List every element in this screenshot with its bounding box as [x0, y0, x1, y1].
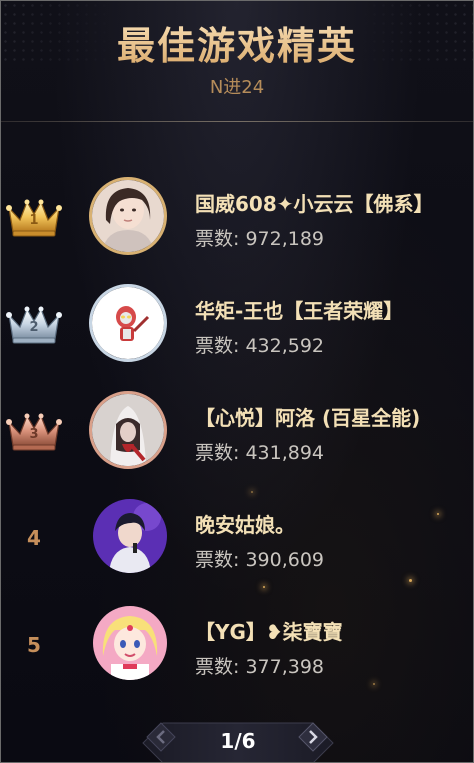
gold-crown-icon: 1: [6, 199, 62, 237]
leaderboard-row-4[interactable]: 4 晚安姑娘。 票数: 390,609: [1, 493, 473, 583]
next-page-button[interactable]: [293, 717, 333, 757]
player-name: 【YG】❥柒寶寶: [195, 620, 343, 644]
vote-count: 票数: 972,189: [195, 224, 324, 251]
rank-number: 4: [27, 526, 41, 550]
current-page: 1: [220, 729, 235, 753]
avatar[interactable]: [89, 284, 167, 362]
vote-label: 票数:: [195, 228, 240, 250]
leaderboard-row-1[interactable]: 1 国威608✦小云云【佛系】 票数: 972,189: [1, 172, 473, 262]
vote-value: 431,894: [245, 442, 325, 464]
leaderboard-row-2[interactable]: 2 华矩-王也【王者荣耀】 票数: 432,592: [1, 279, 473, 369]
leaderboard-row-3[interactable]: 3 【心悦】阿洛 (百星全能) 票数: 431,894: [1, 386, 473, 476]
vote-count: 票数: 390,609: [195, 545, 324, 572]
player-name: 华矩-王也【王者荣耀】: [195, 299, 404, 323]
avatar[interactable]: [89, 177, 167, 255]
vote-value: 972,189: [245, 228, 325, 250]
vote-label: 票数:: [195, 335, 240, 357]
player-name: 国威608✦小云云【佛系】: [195, 192, 434, 216]
vote-count: 票数: 377,398: [195, 652, 324, 679]
rank-number: 1: [29, 213, 38, 228]
avatar[interactable]: [93, 606, 167, 680]
chevron-right-icon: [298, 722, 328, 752]
silver-crown-icon: 2: [6, 306, 62, 344]
avatar[interactable]: [93, 499, 167, 573]
vote-value: 390,609: [245, 549, 325, 571]
page-separator: /: [234, 729, 242, 753]
page-title: 最佳游戏精英: [1, 15, 473, 70]
player-name: 【心悦】阿洛 (百星全能): [195, 406, 421, 430]
vote-count: 票数: 431,894: [195, 438, 324, 465]
vote-label: 票数:: [195, 656, 240, 678]
vote-value: 377,398: [245, 656, 325, 678]
leaderboard-panel: 最佳游戏精英 N进24 1 国威608✦小云云【佛系】 票数: 972,189 …: [0, 0, 474, 763]
rank-number: 5: [27, 633, 41, 657]
pagination: 1/6: [139, 713, 337, 762]
header-divider: [1, 121, 473, 122]
vote-label: 票数:: [195, 549, 240, 571]
avatar[interactable]: [89, 391, 167, 469]
rank-number: 2: [29, 320, 38, 335]
rank-number: 3: [29, 427, 38, 442]
vote-label: 票数:: [195, 442, 240, 464]
player-name: 晚安姑娘。: [195, 513, 295, 537]
bronze-crown-icon: 3: [6, 413, 62, 451]
page-subtitle: N进24: [209, 77, 265, 98]
vote-value: 432,592: [245, 335, 325, 357]
total-pages: 6: [241, 729, 256, 753]
vote-count: 票数: 432,592: [195, 331, 324, 358]
leaderboard-row-5[interactable]: 5 【YG】❥柒寶寶 票数: 377,398: [1, 600, 473, 690]
